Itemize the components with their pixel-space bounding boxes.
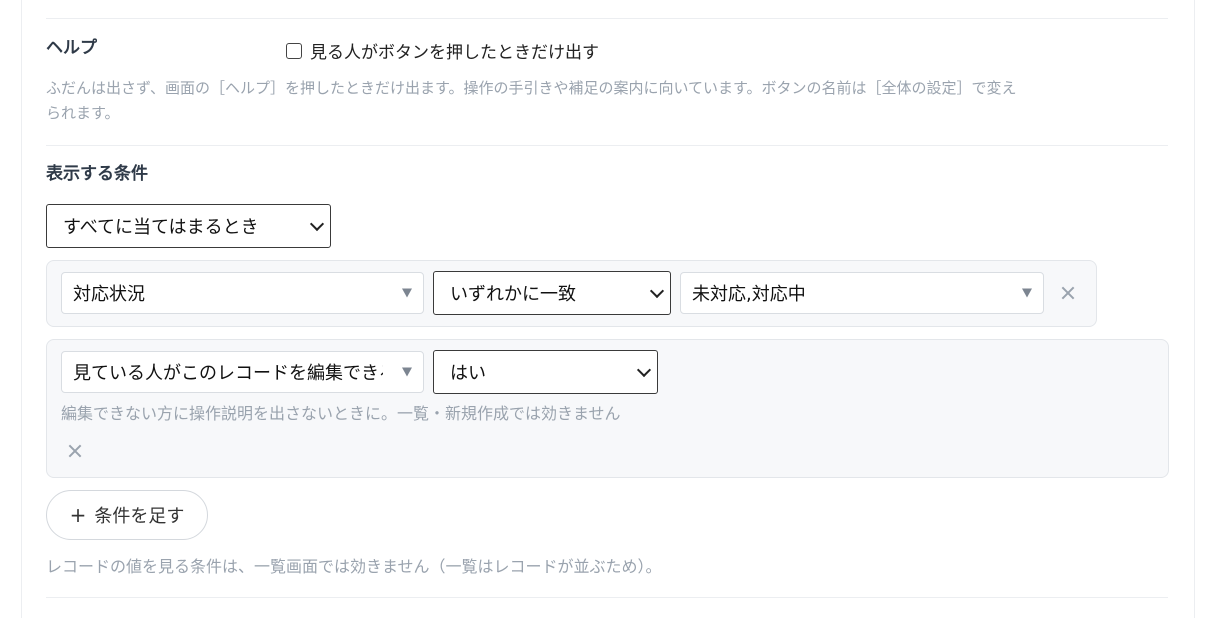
condition-1-value-text: 未対応,対応中 (692, 284, 806, 305)
condition-1-remove-close-icon[interactable] (1061, 286, 1075, 300)
match-mode-value: すべてに当てはまるとき (63, 217, 259, 238)
condition-1-value-select[interactable]: 未対応,対応中 (680, 272, 1044, 314)
caret-down-icon (402, 288, 412, 298)
add-condition-label: 条件を足す (94, 506, 185, 527)
condition-1-field-value: 対応状況 (73, 284, 145, 305)
plus-icon: + (69, 503, 87, 527)
conditions-label: 表示する条件 (46, 164, 148, 184)
match-mode-select[interactable]: すべてに当てはまるとき (46, 204, 331, 248)
caret-down-icon (402, 367, 412, 377)
help-only-checkbox[interactable] (286, 42, 302, 59)
condition-2-field-select[interactable]: 見ている人がこのレコードを編集できる (61, 351, 424, 393)
divider-middle (46, 145, 1168, 146)
add-condition-button[interactable]: + 条件を足す (46, 490, 208, 540)
caret-down-icon (1022, 288, 1032, 298)
condition-2-remove-close-icon[interactable] (68, 444, 82, 458)
divider-bottom (46, 597, 1168, 598)
condition-1-field-select[interactable]: 対応状況 (61, 272, 424, 314)
help-description-line1: ふだんは出さず、画面の［ヘルプ］を押したときだけ出ます。操作の手引きや補足の案内… (46, 79, 1017, 97)
conditions-footer-note: レコードの値を見る条件は、一覧画面では効きません（一覧はレコードが並ぶため）。 (46, 557, 662, 576)
help-label: ヘルプ (46, 38, 97, 58)
help-description-line2: られます。 (46, 104, 120, 122)
condition-2-operator-select[interactable]: はい (433, 350, 658, 394)
condition-2-operator-value: はい (450, 363, 486, 384)
chevron-down-icon (649, 283, 665, 299)
condition-2-hint: 編集できない方に操作説明を出さないときに。一覧・新規作成では効きません (61, 404, 621, 423)
condition-1-operator-value: いずれかに一致 (450, 284, 576, 305)
help-description: ふだんは出さず、画面の［ヘルプ］を押したときだけ出ます。操作の手引きや補足の案内… (46, 76, 1176, 126)
chevron-down-icon (636, 362, 652, 378)
condition-1-operator-select[interactable]: いずれかに一致 (433, 271, 671, 315)
help-only-checkbox-label: 見る人がボタンを押したときだけ出す (310, 43, 599, 63)
condition-2-field-value: 見ている人がこのレコードを編集できる (73, 363, 383, 384)
divider-top (46, 18, 1168, 19)
help-only-checkbox-row[interactable]: 見る人がボタンを押したときだけ出す (286, 38, 599, 63)
chevron-down-icon (309, 216, 325, 232)
